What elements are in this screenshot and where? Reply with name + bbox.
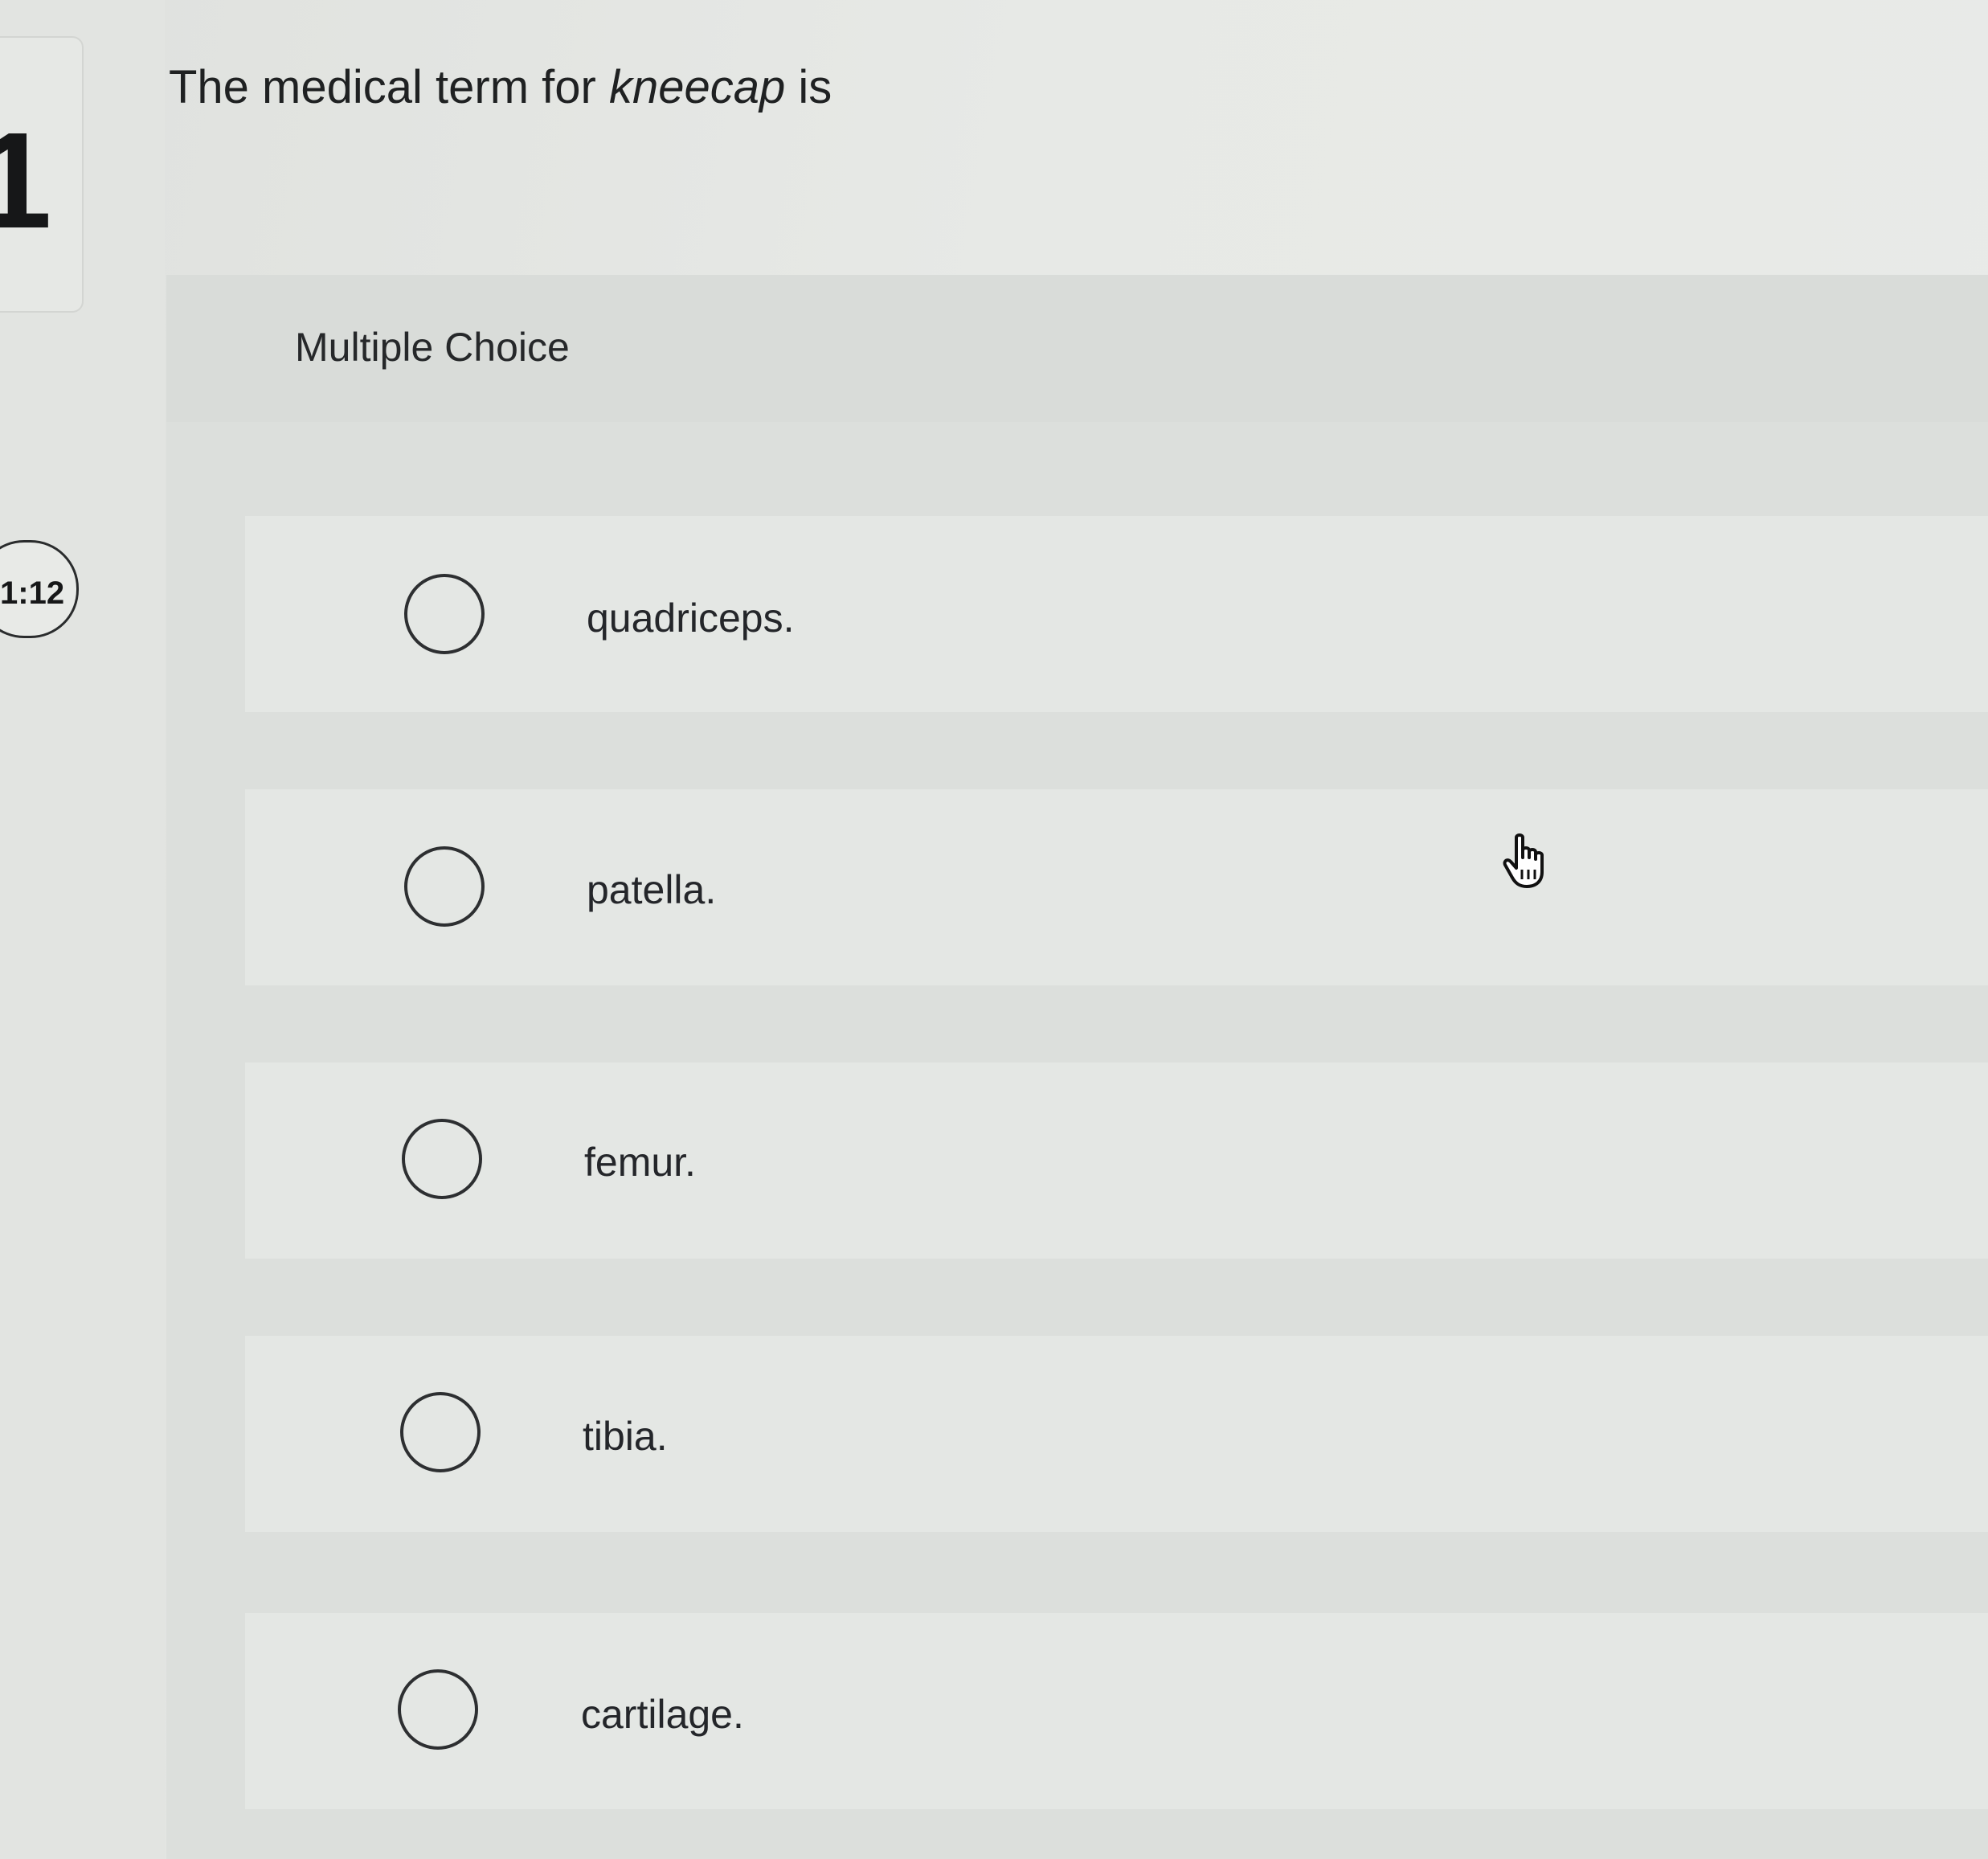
question-prompt: The medical term for kneecap is — [169, 59, 832, 116]
radio-button-icon[interactable] — [402, 1119, 482, 1199]
answer-option-label: femur. — [584, 1140, 696, 1185]
question-type-label: Multiple Choice — [295, 325, 570, 370]
answer-panel: Multiple Choice quadriceps. patella. fem… — [166, 275, 1988, 1859]
question-prompt-text: The medical term for — [169, 61, 609, 113]
answer-option-label: tibia. — [583, 1414, 668, 1459]
radio-button-icon[interactable] — [404, 846, 485, 927]
answer-option-label: quadriceps. — [587, 596, 795, 641]
question-prompt-end: is — [785, 61, 832, 113]
answer-option-4[interactable]: tibia. — [245, 1336, 1988, 1532]
answer-option-2[interactable]: patella. — [245, 789, 1988, 985]
hand-pointer-cursor-icon — [1503, 833, 1544, 888]
question-prompt-term: kneecap — [608, 61, 786, 113]
answer-panel-header: Multiple Choice — [166, 275, 1988, 422]
answer-option-label: cartilage. — [581, 1692, 744, 1737]
answer-option-3[interactable]: femur. — [245, 1063, 1988, 1259]
quiz-screen: 1 1:12 The medical term for kneecap is M… — [0, 0, 1988, 1859]
radio-button-icon[interactable] — [398, 1669, 478, 1750]
answer-option-5[interactable]: cartilage. — [245, 1613, 1988, 1809]
answer-option-1[interactable]: quadriceps. — [245, 516, 1988, 712]
question-number: 1 — [0, 104, 52, 257]
timer-text: 1:12 — [0, 575, 65, 611]
answer-option-label: patella. — [587, 867, 717, 912]
radio-button-icon[interactable] — [400, 1392, 481, 1472]
radio-button-icon[interactable] — [404, 574, 485, 654]
